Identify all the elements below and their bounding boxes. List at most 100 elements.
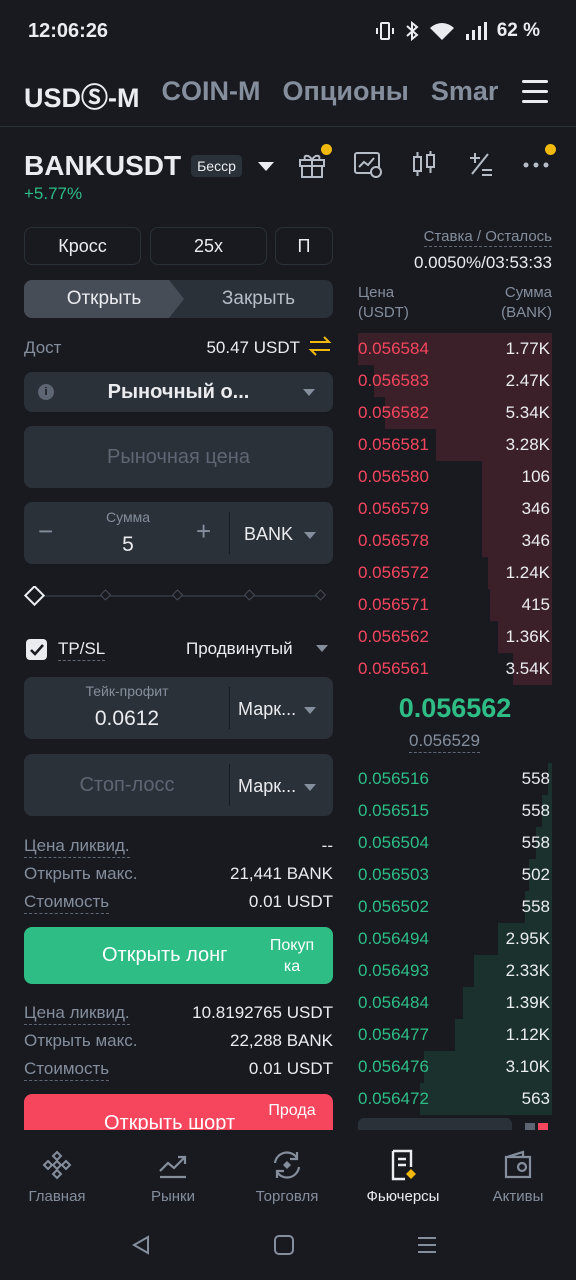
open-long-button[interactable]: Открыть лонг Покуп ка bbox=[24, 927, 333, 984]
ask-row[interactable]: 0.056584 1.77K bbox=[358, 333, 552, 365]
amount-input[interactable]: 5 bbox=[78, 533, 178, 557]
candlestick-icon[interactable] bbox=[408, 148, 440, 180]
take-profit-input[interactable]: 0.0612 bbox=[24, 707, 230, 731]
bid-qty: 558 bbox=[521, 769, 550, 788]
nav-futures-label: Фьючерсы bbox=[366, 1188, 440, 1205]
ask-row[interactable]: 0.056580 106 bbox=[358, 461, 552, 493]
order-type-label: Рыночный о... bbox=[107, 380, 250, 403]
stop-loss-trigger-type[interactable]: Марк... bbox=[238, 776, 296, 797]
battery-level: 62 % bbox=[496, 20, 540, 41]
bid-row[interactable]: 0.056494 2.95K bbox=[358, 923, 552, 955]
orderbook-price-header: Цена (USDT) bbox=[358, 284, 409, 321]
tab-close[interactable]: Закрыть bbox=[184, 280, 333, 318]
tab-smart[interactable]: Smar bbox=[431, 76, 499, 115]
back-icon[interactable] bbox=[130, 1234, 152, 1256]
open-short-label: Открыть шорт bbox=[104, 1112, 236, 1130]
available-value: 50.47 USDT bbox=[206, 338, 300, 357]
ask-qty: 1.36K bbox=[505, 627, 550, 646]
tpsl-label[interactable]: TP/SL bbox=[58, 639, 106, 661]
amount-field[interactable]: − Сумма 5 + BANK bbox=[24, 502, 333, 564]
amount-unit[interactable]: BANK bbox=[244, 524, 293, 545]
pair-selector[interactable]: BANKUSDT Бесср bbox=[24, 150, 274, 182]
nav-assets[interactable]: Активы bbox=[463, 1148, 573, 1205]
ask-row[interactable]: 0.056561 3.54K bbox=[358, 653, 552, 685]
bid-qty: 558 bbox=[521, 801, 550, 820]
ask-qty: 2.47K bbox=[505, 371, 550, 390]
menu-icon[interactable] bbox=[522, 80, 548, 104]
leverage-button[interactable]: 25x bbox=[150, 227, 267, 265]
gift-icon[interactable] bbox=[296, 144, 332, 180]
position-mode-button[interactable]: П bbox=[275, 227, 333, 265]
check-icon bbox=[29, 643, 44, 656]
take-profit-trigger-type[interactable]: Марк... bbox=[238, 699, 296, 720]
bid-row[interactable]: 0.056476 3.10K bbox=[358, 1051, 552, 1083]
ask-price: 0.056583 bbox=[358, 371, 429, 390]
long-max-value: 21,441 BANK bbox=[229, 864, 333, 883]
amount-slider[interactable] bbox=[24, 586, 333, 606]
plus-icon[interactable]: + bbox=[196, 516, 211, 547]
nav-markets-label: Рынки bbox=[150, 1188, 195, 1205]
ask-row[interactable]: 0.056582 5.34K bbox=[358, 397, 552, 429]
funding-value: 0.0050%/03:53:33 bbox=[413, 253, 552, 272]
layout-icon[interactable] bbox=[525, 1123, 535, 1130]
home-button-icon[interactable] bbox=[273, 1234, 295, 1256]
bid-qty: 502 bbox=[521, 865, 550, 884]
funding-label[interactable]: Ставка / Осталось bbox=[423, 228, 552, 247]
short-max-value: 22,288 BANK bbox=[229, 1031, 333, 1050]
tab-open[interactable]: Открыть bbox=[24, 280, 184, 318]
recents-icon[interactable] bbox=[416, 1234, 438, 1256]
nav-home[interactable]: Главная bbox=[2, 1148, 112, 1205]
bid-row[interactable]: 0.056503 502 bbox=[358, 859, 552, 891]
advanced-select[interactable]: Продвинутый bbox=[186, 639, 293, 659]
mark-price[interactable]: 0.056529 bbox=[409, 731, 480, 753]
tab-options[interactable]: Опционы bbox=[282, 76, 408, 115]
open-short-button[interactable]: Открыть шорт Прода bbox=[24, 1094, 333, 1130]
ask-row[interactable]: 0.056579 346 bbox=[358, 493, 552, 525]
tab-usds-m[interactable]: USDⓈ-M bbox=[24, 76, 140, 115]
bid-row[interactable]: 0.056516 558 bbox=[358, 763, 552, 795]
ask-row[interactable]: 0.056578 346 bbox=[358, 525, 552, 557]
order-type-select[interactable]: i Рыночный о... bbox=[24, 372, 333, 412]
calculator-icon[interactable] bbox=[464, 148, 496, 180]
bid-row[interactable]: 0.056504 558 bbox=[358, 827, 552, 859]
system-navigation bbox=[0, 1220, 576, 1280]
buy-label: Покуп ка bbox=[269, 937, 315, 975]
nav-assets-label: Активы bbox=[492, 1188, 544, 1205]
ask-row[interactable]: 0.056562 1.36K bbox=[358, 621, 552, 653]
ask-qty: 3.54K bbox=[505, 659, 550, 678]
chevron-down-icon bbox=[304, 532, 316, 539]
stop-loss-field[interactable]: Стоп-лосс Марк... bbox=[24, 754, 333, 816]
minus-icon[interactable]: − bbox=[38, 516, 53, 547]
bid-row[interactable]: 0.056502 558 bbox=[358, 891, 552, 923]
depth-precision-select[interactable] bbox=[358, 1118, 512, 1130]
bid-row[interactable]: 0.056472 563 bbox=[358, 1083, 552, 1115]
bid-price: 0.056504 bbox=[358, 833, 429, 852]
ask-price: 0.056582 bbox=[358, 403, 429, 422]
take-profit-field[interactable]: Тейк-профит 0.0612 Марк... bbox=[24, 677, 333, 739]
ask-row[interactable]: 0.056571 415 bbox=[358, 589, 552, 621]
chart-icon[interactable] bbox=[352, 148, 384, 180]
bid-row[interactable]: 0.056493 2.33K bbox=[358, 955, 552, 987]
transfer-icon[interactable] bbox=[308, 335, 332, 357]
stop-loss-input[interactable]: Стоп-лосс bbox=[24, 774, 230, 797]
nav-futures[interactable]: Фьючерсы bbox=[348, 1148, 458, 1205]
bid-row[interactable]: 0.056477 1.12K bbox=[358, 1019, 552, 1051]
bid-row[interactable]: 0.056484 1.39K bbox=[358, 987, 552, 1019]
ask-row[interactable]: 0.056581 3.28K bbox=[358, 429, 552, 461]
header-divider bbox=[0, 126, 576, 127]
ask-row[interactable]: 0.056583 2.47K bbox=[358, 365, 552, 397]
trade-icon bbox=[273, 1151, 301, 1179]
bid-row[interactable]: 0.056515 558 bbox=[358, 795, 552, 827]
ask-qty: 5.34K bbox=[505, 403, 550, 422]
more-icon[interactable] bbox=[520, 144, 556, 180]
ask-price: 0.056578 bbox=[358, 531, 429, 550]
bid-price: 0.056484 bbox=[358, 993, 429, 1012]
tpsl-checkbox[interactable] bbox=[26, 639, 47, 660]
nav-markets[interactable]: Рынки bbox=[118, 1148, 228, 1205]
ask-row[interactable]: 0.056572 1.24K bbox=[358, 557, 552, 589]
nav-trade[interactable]: Торговля bbox=[232, 1148, 342, 1205]
tab-coin-m[interactable]: COIN-M bbox=[162, 76, 261, 115]
margin-mode-button[interactable]: Кросс bbox=[24, 227, 141, 265]
ask-qty: 346 bbox=[521, 499, 550, 518]
chevron-down-icon bbox=[303, 388, 315, 396]
